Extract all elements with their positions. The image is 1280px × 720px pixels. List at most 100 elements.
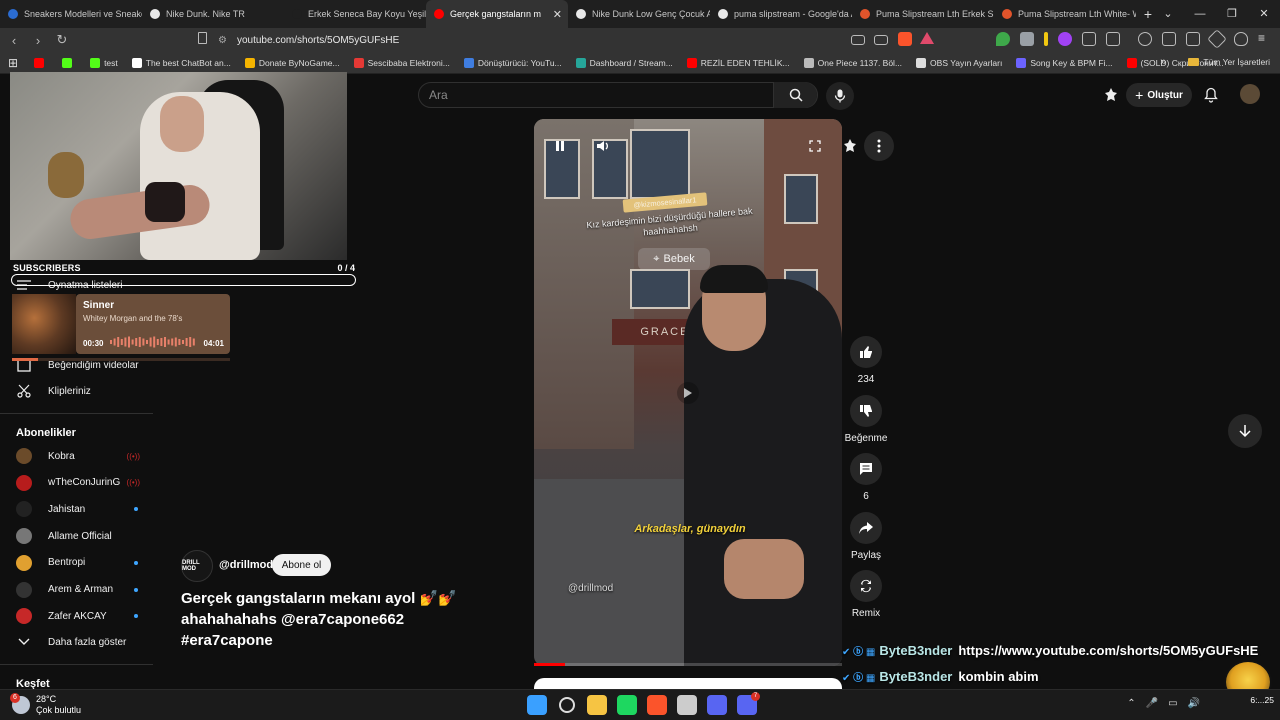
explorer-icon[interactable] <box>587 695 607 715</box>
channel-avatar[interactable]: DRILL MOD <box>181 550 213 582</box>
next-short-button[interactable] <box>1228 414 1262 448</box>
comment-button[interactable] <box>850 453 882 485</box>
sidebar-item-clips[interactable]: Klipleriniz <box>16 381 91 401</box>
shorts-remix-icon[interactable] <box>842 138 858 154</box>
remix-action[interactable]: Remix <box>850 570 882 619</box>
sidebar-channel[interactable]: Zafer AKCAY <box>16 606 138 626</box>
search-icon[interactable] <box>559 697 575 713</box>
search-input[interactable]: Ara <box>419 88 773 102</box>
bookmark-item[interactable]: Donate ByNoGame... <box>244 57 340 68</box>
reload-icon[interactable]: ↻ <box>52 32 72 48</box>
obs-icon[interactable] <box>677 695 697 715</box>
channel-name[interactable]: @drillmod <box>219 559 273 571</box>
show-more-button[interactable]: Daha fazla göster <box>16 632 126 652</box>
all-bookmarks-link[interactable]: Tüm Yer İşaretleri <box>1203 57 1270 67</box>
tab-6[interactable]: puma slipstream - Google'da A <box>710 0 852 28</box>
weather-widget[interactable]: 6 28°C Çok bulutlu <box>10 693 81 716</box>
sidebar-channel[interactable]: Kobra ((•)) <box>16 446 140 466</box>
search-box[interactable]: Ara <box>418 82 818 108</box>
tab-3[interactable]: Erkek Seneca Bay Koyu Yeşil Sp <box>284 0 426 28</box>
dislike-action[interactable]: Beğenme <box>845 395 887 444</box>
leo-ai-icon[interactable] <box>1207 29 1227 49</box>
extensions-puzzle-icon[interactable] <box>1082 32 1096 46</box>
tab-close-icon[interactable]: ✕ <box>553 8 562 21</box>
sidebar-channel[interactable]: Bentropi <box>16 553 138 573</box>
extension-purple-icon[interactable] <box>1058 32 1072 46</box>
search-button[interactable] <box>773 82 817 108</box>
voice-search-button[interactable] <box>826 82 854 110</box>
extension-pen-icon[interactable] <box>1044 32 1048 46</box>
fullscreen-button[interactable] <box>804 135 826 157</box>
tab-1[interactable]: Sneakers Modelleri ve Sneakers <box>0 0 142 28</box>
share-action[interactable]: Paylaş <box>850 512 882 561</box>
comment-action[interactable]: 6 <box>850 453 882 502</box>
share-page-icon[interactable] <box>874 35 888 45</box>
like-button[interactable] <box>850 336 882 368</box>
tray-volume-icon[interactable]: 🔊 <box>1188 698 1200 709</box>
sidebar-channel[interactable]: Allame Official <box>16 526 136 546</box>
bookmark-item[interactable]: Dashboard / Stream... <box>575 57 673 68</box>
bookmark-item[interactable] <box>62 57 76 68</box>
vpn-icon[interactable] <box>1234 32 1248 46</box>
cast-icon[interactable] <box>851 35 865 45</box>
more-options-button[interactable] <box>864 131 894 161</box>
tab-7[interactable]: Puma Slipstream Lth Erkek Sne <box>852 0 994 28</box>
subscribe-button[interactable]: Abone ol <box>272 554 331 576</box>
clock[interactable]: 6:...25 <box>1250 695 1274 705</box>
sidebar-channel[interactable]: Arem & Arman <box>16 580 138 600</box>
volume-button[interactable] <box>592 135 614 157</box>
tray-overflow-icon[interactable]: ⌃ <box>1127 698 1135 709</box>
sidebar-channel[interactable]: wTheConJurinG ((•)) <box>16 473 140 493</box>
tab-5[interactable]: Nike Dunk Low Genç Çocuk Ay <box>568 0 710 28</box>
bookmark-item[interactable]: Dönüştürücü: YouTu... <box>463 57 562 68</box>
main-menu-icon[interactable]: ≡ <box>1258 32 1270 46</box>
like-action[interactable]: 234 <box>850 336 882 385</box>
media-control-icon[interactable] <box>1138 32 1152 46</box>
tray-mic-icon[interactable]: 🎤 <box>1146 698 1158 709</box>
bookmark-item[interactable]: Song Key & BPM Fi... <box>1016 57 1113 68</box>
discord-icon[interactable] <box>707 695 727 715</box>
back-icon[interactable]: ‹ <box>4 33 24 48</box>
bookmark-icon[interactable] <box>198 32 207 44</box>
tray-display-icon[interactable]: ▭ <box>1168 698 1177 709</box>
spotify-icon[interactable] <box>617 695 637 715</box>
screenshot-icon[interactable] <box>1106 32 1120 46</box>
create-button[interactable]: + Oluştur <box>1126 83 1192 107</box>
brave-rewards-icon[interactable] <box>920 32 934 44</box>
bookmarks-overflow-icon[interactable]: » <box>1160 56 1166 68</box>
bookmark-item[interactable]: REZİL EDEN TEHLİK... <box>686 57 790 68</box>
wallet-icon[interactable] <box>1186 32 1200 46</box>
pause-button[interactable] <box>549 135 571 157</box>
tab-search-icon[interactable]: ⌄ <box>1152 0 1184 28</box>
brave-icon[interactable] <box>647 695 667 715</box>
maximize-icon[interactable]: ❐ <box>1216 0 1248 28</box>
url-field[interactable]: ⚙ youtube.com/shorts/5OM5yGUFsHE <box>218 31 938 49</box>
extension-shield-icon[interactable] <box>996 32 1010 46</box>
forward-icon[interactable]: › <box>28 33 48 48</box>
apps-grid-icon[interactable]: ⊞ <box>8 56 18 70</box>
sidebar-toggle-icon[interactable] <box>1162 32 1176 46</box>
tab-4[interactable]: Gerçek gangstaların m ✕ <box>426 0 568 28</box>
start-icon[interactable] <box>527 695 547 715</box>
bookmark-item[interactable] <box>34 57 48 68</box>
discord-2-icon[interactable]: 7 <box>737 692 760 715</box>
share-button[interactable] <box>850 512 882 544</box>
close-window-icon[interactable]: ✕ <box>1248 0 1280 28</box>
bookmark-item[interactable]: Sescibaba Elektroni... <box>353 57 450 68</box>
account-avatar[interactable] <box>1240 84 1260 104</box>
minimize-icon[interactable]: — <box>1184 0 1216 28</box>
tab-2[interactable]: Nike Dunk. Nike TR <box>142 0 284 28</box>
video-progress-bar[interactable] <box>534 663 842 666</box>
bookmark-item[interactable]: test <box>90 57 118 68</box>
bookmark-item[interactable]: One Piece 1137. Böl... <box>803 57 902 68</box>
site-info-icon[interactable]: ⚙ <box>218 35 227 46</box>
tab-8[interactable]: Puma Slipstream Lth White- W <box>994 0 1136 28</box>
shorts-remix-icon[interactable] <box>1103 87 1119 103</box>
dislike-button[interactable] <box>850 395 882 427</box>
notifications-bell-icon[interactable] <box>1203 87 1219 103</box>
remix-button[interactable] <box>850 570 882 602</box>
extension-ublock-icon[interactable] <box>1020 32 1034 46</box>
sidebar-channel[interactable]: Jahistan <box>16 499 138 519</box>
brave-shields-icon[interactable] <box>898 32 912 46</box>
bookmark-item[interactable]: OBS Yayın Ayarları <box>916 57 1002 68</box>
